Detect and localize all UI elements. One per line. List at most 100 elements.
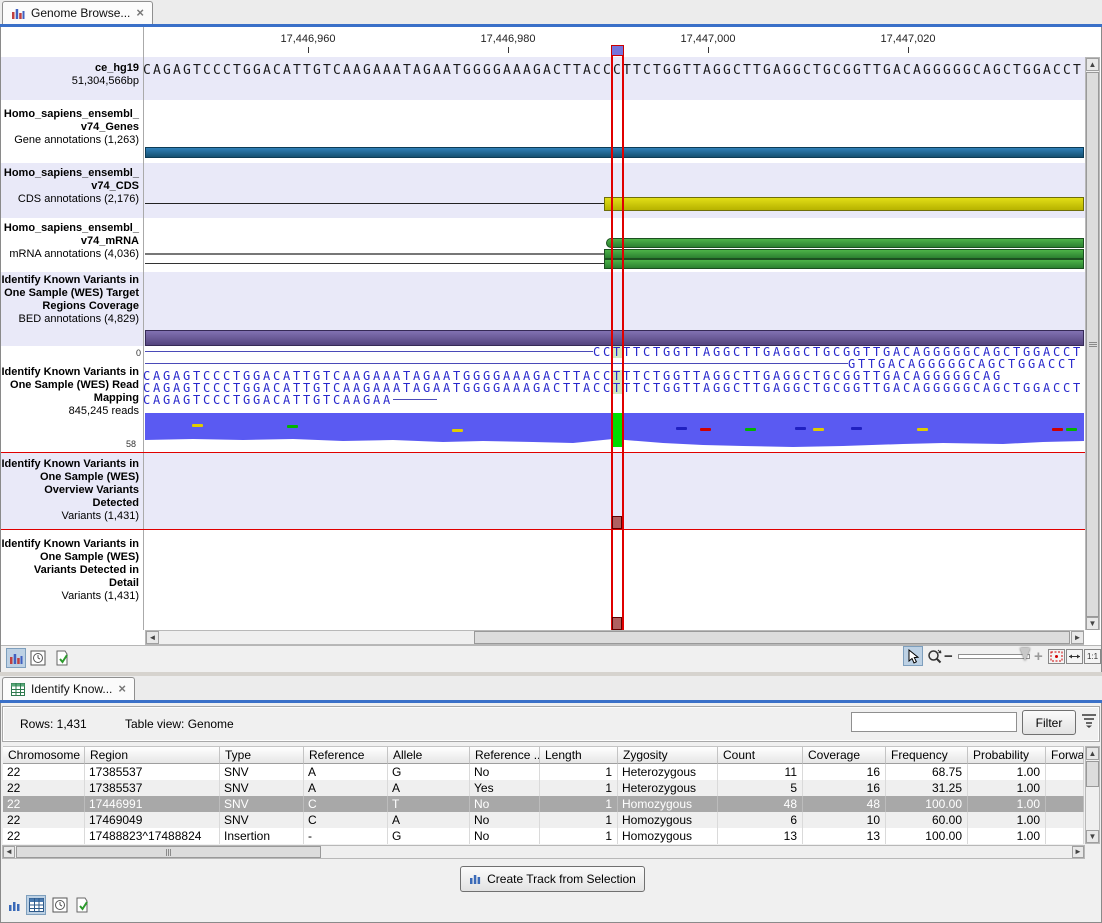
scroll-left-arrow[interactable]: ◄ [3,846,15,858]
table-cell: C [304,812,388,828]
table-cell: 5 [718,780,803,796]
track-label[interactable]: Homo_sapiens_ensembl_v74_CDSCDS annotati… [1,167,144,206]
table-cell: 100.00 [886,828,968,844]
mrna-annotation-bar[interactable] [604,259,1084,269]
scroll-up-arrow[interactable]: ▲ [1086,58,1099,71]
create-track-button[interactable]: Create Track from Selection [460,866,645,892]
zoom-in-icon[interactable]: + [1034,648,1043,665]
pan-cursor-tool[interactable] [903,646,923,666]
filter-options-icon[interactable] [1081,712,1097,728]
table-cell: Homozygous [618,796,718,812]
track-subtitle: Variants (1,431) [1,510,139,523]
bed-target-region-bar[interactable] [145,330,1084,346]
tab-genome-browser[interactable]: Genome Browse... × [2,1,153,24]
table-cell: 17385537 [85,764,220,780]
track-label[interactable]: Homo_sapiens_ensembl_v74_GenesGene annot… [1,108,144,147]
scroll-up-arrow[interactable]: ▲ [1086,747,1099,760]
column-header-probability[interactable]: Probability [968,746,1046,764]
table-cell: No [470,764,540,780]
filter-button-label: Filter [1036,716,1063,730]
track-label[interactable]: Identify Known Variants in One Sample (W… [1,538,144,603]
track-title: Homo_sapiens_ensembl_v74_mRNA [4,222,139,247]
read-line [145,351,593,352]
zoom-out-icon[interactable]: − [944,648,953,665]
scroll-down-arrow[interactable]: ▼ [1086,617,1099,630]
track-view-button[interactable] [6,648,26,668]
track-title: ce_hg19 [95,62,139,74]
mrna-annotation-bar[interactable] [604,249,1084,259]
zoom-tool[interactable] [925,646,945,666]
element-info-icon[interactable] [52,648,72,668]
tab-variant-table[interactable]: Identify Know... × [2,677,135,700]
element-info-icon[interactable] [72,895,92,915]
browser-hscrollbar[interactable]: ◄ ► [145,630,1084,645]
track-layout-icon[interactable] [8,899,21,912]
track-label[interactable]: ce_hg1951,304,566bp [1,62,144,88]
hscroll-thumb[interactable] [474,631,1070,644]
filter-button[interactable]: Filter [1022,710,1076,735]
scroll-left-arrow[interactable]: ◄ [146,631,159,644]
column-header-forward[interactable]: Forward [1046,746,1084,764]
scroll-right-arrow[interactable]: ► [1071,631,1084,644]
zoom-slider-thumb[interactable] [1020,648,1030,661]
table-vscrollbar[interactable]: ▲ ▼ [1085,746,1100,844]
close-icon[interactable]: × [136,8,144,18]
track-label[interactable]: Identify Known Variants in One Sample (W… [1,458,144,523]
column-header-region[interactable]: Region [85,746,220,764]
track-title: Homo_sapiens_ensembl_v74_CDS [4,167,139,192]
table-hscrollbar[interactable]: ◄ ► [2,845,1085,859]
hscroll-thumb[interactable] [16,846,321,858]
track-label[interactable]: Homo_sapiens_ensembl_v74_mRNAmRNA annota… [1,222,144,261]
zoom-to-selection-button[interactable] [1048,649,1065,664]
column-header-reference[interactable]: Reference [304,746,388,764]
track-chart-icon [469,873,481,885]
column-header-length[interactable]: Length [540,746,618,764]
selection-handle[interactable] [611,45,624,56]
clc-workbench-window: Genome Browse... × ce_hg1951,304,566bp Ho… [0,0,1102,923]
table-row[interactable]: 2217385537SNVAAYes1Heterozygous51631.251… [3,780,1084,796]
column-header-frequency[interactable]: Frequency [886,746,968,764]
fit-width-button[interactable] [1066,649,1083,664]
table-row[interactable]: 2217469049SNVCANo1Homozygous61060.001.00 [3,812,1084,828]
table-view-button[interactable] [26,895,46,915]
vscroll-thumb[interactable] [1086,761,1099,787]
column-header-allele[interactable]: Allele [388,746,470,764]
table-cell: Homozygous [618,812,718,828]
tab-label: Genome Browse... [31,6,130,20]
mismatch-dash [1052,428,1063,431]
table-cell: 22 [3,780,85,796]
table-row[interactable]: 2217488823^17488824Insertion-GNo1Homozyg… [3,828,1084,844]
track-label[interactable]: Identify Known Variants in One Sample (W… [1,366,144,418]
column-header-coverage[interactable]: Coverage [803,746,886,764]
track-label[interactable]: Identify Known Variants in One Sample (W… [1,274,144,326]
variant-marker-overview[interactable] [612,516,622,529]
one-to-one-zoom-button[interactable]: 1:1 [1084,649,1101,664]
browser-vscrollbar[interactable]: ▲ ▼ [1085,57,1100,630]
column-header-chromosome[interactable]: Chromosome [3,746,85,764]
variant-marker-detail[interactable] [612,617,622,630]
table-cell: No [470,812,540,828]
column-header-zygosity[interactable]: Zygosity [618,746,718,764]
scroll-right-arrow[interactable]: ► [1072,846,1084,858]
vscroll-thumb[interactable] [1086,72,1099,617]
history-icon[interactable] [50,895,70,915]
table-cell: 1 [540,796,618,812]
scroll-down-arrow[interactable]: ▼ [1086,830,1099,843]
track-subtitle: 51,304,566bp [1,75,139,88]
table-row[interactable]: 2217446991SNVCTNo1Homozygous4848100.001.… [3,796,1084,812]
column-header-reference-[interactable]: Reference ... [470,746,540,764]
column-header-count[interactable]: Count [718,746,803,764]
track-subtitle: 845,245 reads [1,405,139,418]
tab-label: Identify Know... [31,682,112,696]
table-cell: 1.00 [968,796,1046,812]
close-icon[interactable]: × [118,684,126,694]
filter-input[interactable] [851,712,1017,732]
table-cell: 17385537 [85,780,220,796]
history-icon[interactable] [28,648,48,668]
table-row[interactable]: 2217385537SNVAGNo1Heterozygous111668.751… [3,764,1084,780]
column-header-type[interactable]: Type [220,746,304,764]
cds-annotation-bar[interactable] [604,197,1084,211]
table-cell: A [304,780,388,796]
mrna-annotation-bar[interactable] [606,238,1084,248]
gene-annotation-bar[interactable] [145,147,1084,158]
